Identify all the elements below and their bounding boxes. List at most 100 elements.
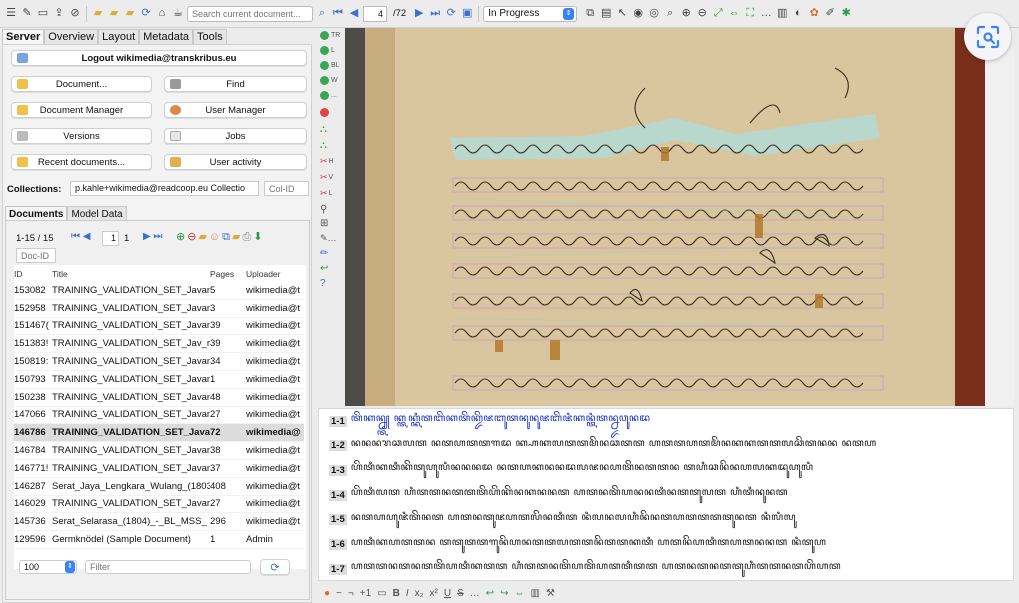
undo-icon[interactable]: ↩ — [320, 263, 328, 274]
user-manager-button[interactable]: User Manager — [164, 102, 307, 118]
screen-capture-button[interactable] — [964, 13, 1011, 60]
col-uploader-header[interactable]: Uploader — [246, 269, 302, 279]
refresh-icon[interactable]: ⟳ — [139, 7, 153, 21]
eye-icon[interactable]: ◉ — [631, 7, 645, 21]
tab-overview[interactable]: Overview — [44, 29, 99, 45]
first-page-icon[interactable]: ⏮ ◀ — [71, 231, 90, 242]
add-l-tool[interactable]: L — [320, 46, 335, 55]
page-number-input[interactable]: 4 — [363, 5, 387, 22]
table-row[interactable]: 146786 TRAINING_VALIDATION_SET_Java 72 wiki… — [14, 424, 304, 443]
table-row[interactable]: 146771! TRAINING_VALIDATION_SET_Javane 37 w… — [14, 459, 304, 478]
zoom-in-icon[interactable]: ⊕ — [679, 7, 693, 21]
table-row[interactable]: 150793 TRAINING_VALIDATION_SET_Javane 1 wik… — [14, 370, 304, 389]
window-icon[interactable]: ▭ — [36, 7, 50, 21]
transcription-line[interactable]: 1-6 ꦲꦠꦶꦏꦲꦠꦠꦤ ꦠꦠꦸꦠꦠꦒꦸꦤꦼꦲꦤꦠꦠꦭꦠꦠꦤꦼꦠꦠꦏꦠꦶ ꦲꦠꦤꦼ… — [329, 535, 826, 555]
transcription-editor[interactable]: 1-1 ꦠꦼꦏꦤ꧀ꦤ꧀ꦠ꧀ ꦏ꧀ꦠꦏ꧀ꦏꦶꦠꦧꦼꦏꦠꦼꦏ꧀ꦢꦼꦗꦧꦸꦠꦤꦸꦤꦸꦗꦧ… — [318, 408, 1014, 581]
strikethrough-icon[interactable]: S — [457, 588, 464, 599]
document-button[interactable]: Document... — [11, 76, 152, 92]
table-row[interactable]: 145736 Serat_Selarasa_(1804)_-_BL_MSS_ 296… — [14, 513, 304, 532]
swap-icon[interactable]: ⇔ — [515, 588, 525, 599]
table-row[interactable]: 150238 TRAINING_VALIDATION_SET_Javane 48 wi… — [14, 388, 304, 407]
doc-id-input[interactable] — [16, 248, 56, 263]
save-icon[interactable]: ▣ — [460, 7, 474, 21]
redo-icon[interactable]: ↪ — [500, 588, 508, 599]
filter-input[interactable] — [85, 560, 251, 574]
pen-icon[interactable]: ✎ — [20, 7, 34, 21]
cut-l-tool[interactable]: ✂ L — [320, 188, 332, 199]
cut-v-tool[interactable]: ✂ V — [320, 172, 333, 183]
fit-icon[interactable]: ⤢ — [711, 7, 725, 21]
add-bl-tool[interactable]: BL — [320, 61, 340, 70]
tab-layout[interactable]: Layout — [98, 29, 140, 45]
link-icon[interactable]: ⊘ — [68, 7, 82, 21]
col-id-input[interactable] — [264, 181, 309, 196]
page-size-select[interactable]: 100 ⇕ — [19, 560, 77, 574]
transcription-line[interactable]: 1-2 ꦤꦤꦤꦫꦕꦭꦠ ꦤꦠꦲꦠꦠꦒꦢ ꦏ꧀ꦲꦏꦭꦠꦠꦩꦼꦤꦕꦠꦠ ꦲꦠꦠꦲꦠꦩꦼ… — [329, 436, 877, 456]
superscript-icon[interactable]: x² — [430, 588, 438, 599]
document-manager-button[interactable]: Document Manager — [11, 102, 152, 118]
table-row[interactable]: 147066 TRAINING_VALIDATION_SET_Javane 27 wi… — [14, 406, 304, 425]
user-activity-button[interactable]: User activity — [164, 154, 307, 170]
edit-shape-icon[interactable]: ✎… — [320, 233, 337, 244]
table-row[interactable]: 146029 TRAINING_VALIDATION_SET_Javane 27 wi… — [14, 495, 304, 514]
page-icon[interactable]: ▤ — [599, 7, 613, 21]
logout-button[interactable]: Logout wikimedia@transkribus.eu — [11, 50, 307, 66]
search-icon[interactable]: ⌕ — [315, 7, 329, 21]
versions-button[interactable]: Versions — [11, 128, 152, 144]
palette-icon[interactable]: ✿ — [807, 7, 821, 21]
copy-icon[interactable]: ⧉ — [583, 7, 597, 21]
bank-icon[interactable]: ⌂ — [155, 7, 169, 21]
cut-h-tool[interactable]: ✂ H — [320, 156, 334, 167]
doc-page-input[interactable]: 1 — [102, 231, 119, 246]
record-icon[interactable]: ● — [324, 588, 330, 599]
folder-add-icon[interactable]: ▰ — [123, 7, 137, 21]
export-icon[interactable]: ⇪ — [52, 7, 66, 21]
last-page-icon[interactable]: ⏭ — [428, 7, 442, 21]
grid-icon[interactable]: ⊞ — [320, 218, 328, 229]
doc-actions-icons[interactable]: ⊕⊖▰☺⧉▰⎙⬇ — [176, 230, 265, 244]
tab-documents[interactable]: Documents — [5, 206, 68, 220]
table-row[interactable]: 150819: TRAINING_VALIDATION_SET_Javane 34 w… — [14, 353, 304, 371]
remove-tool[interactable] — [320, 108, 331, 117]
table-row[interactable]: 152958 TRAINING_VALIDATION_SET_Javane 3 wik… — [14, 299, 304, 318]
tab-tools[interactable]: Tools — [193, 29, 227, 45]
tab-model-data[interactable]: Model Data — [67, 206, 127, 220]
layers-icon[interactable]: ▥ — [775, 7, 789, 21]
more-icon[interactable]: … — [470, 588, 480, 599]
more-icon[interactable]: … — [759, 7, 773, 21]
menu-icon[interactable]: ☰ — [4, 7, 18, 21]
plus-one-icon[interactable]: +1 — [360, 588, 371, 599]
col-pages-header[interactable]: Pages — [210, 269, 246, 279]
zoom-out-icon[interactable]: ⊖ — [695, 7, 709, 21]
tab-server[interactable]: Server — [2, 29, 45, 45]
next-page-icon[interactable]: ▶ ⏭ — [143, 231, 162, 242]
search-document-input[interactable] — [187, 5, 313, 22]
brush-icon[interactable]: ◐ — [791, 7, 805, 21]
merge-icon[interactable]: ⛬ — [320, 140, 327, 151]
add-w-tool[interactable]: W — [320, 76, 338, 85]
add-tr-tool[interactable]: TR — [320, 31, 340, 40]
image-icon[interactable]: ▭ — [377, 588, 386, 599]
zoom-icon[interactable]: ⌕ — [663, 7, 677, 21]
transcription-line[interactable]: 1-7 ꦲꦠꦠꦤꦠꦤꦠꦠꦼꦲꦠꦶꦏꦠꦠ ꦲꦶꦠꦠꦤꦠꦼꦲꦠꦼꦲꦠꦠꦶꦠꦠ ꦲꦠꦤꦠ… — [329, 559, 841, 579]
wrench-icon[interactable]: ⚒ — [546, 588, 555, 599]
cursor-icon[interactable]: ↖ — [615, 7, 629, 21]
undo-icon[interactable]: ↩ — [486, 588, 494, 599]
col-id-header[interactable]: ID — [14, 269, 52, 279]
eye-off-icon[interactable]: ◎ — [647, 7, 661, 21]
bold-icon[interactable]: B — [393, 588, 400, 599]
jobs-icon[interactable]: ☕ — [171, 7, 185, 21]
first-page-icon[interactable]: ⏮ — [331, 7, 345, 21]
transcription-line[interactable]: 1-5 ꦤꦠꦲꦲꦸꦗꦶꦠꦼꦤꦠ ꦲꦠꦤꦠꦸꦗꦲꦠꦭꦼꦤꦠꦶꦠ ꦤꦶꦭꦤꦭꦲꦶꦤꦼꦤ… — [329, 510, 796, 530]
status-select[interactable]: In Progress ⇕ — [483, 5, 578, 22]
table-row[interactable]: 146784 TRAINING_VALIDATION_SET_Javane 38 wi… — [14, 442, 304, 460]
underline-icon[interactable]: U — [444, 588, 451, 599]
fit-width-icon[interactable]: ⇔ — [727, 7, 741, 21]
transcription-line[interactable]: 1-1 ꦠꦼꦏꦤ꧀ꦤ꧀ꦠ꧀ ꦏ꧀ꦠꦏ꧀ꦏꦶꦠꦧꦼꦏꦠꦼꦏ꧀ꦢꦼꦗꦧꦸꦠꦤꦸꦤꦸꦗꦧ… — [329, 411, 650, 431]
table-row[interactable]: 153082 TRAINING_VALIDATION_SET_Javane 5 wik… — [14, 282, 304, 300]
italic-icon[interactable]: I — [406, 588, 409, 599]
col-title-header[interactable]: Title — [52, 269, 210, 279]
edit-icon[interactable]: ✐ — [823, 7, 837, 21]
table-row[interactable]: 146287 Serat_Jaya_Lengkara_Wulang_(1803 40… — [14, 477, 304, 496]
table-row[interactable]: 151383! TRAINING_VALIDATION_SET_Jav_ne 39 w… — [14, 335, 304, 354]
